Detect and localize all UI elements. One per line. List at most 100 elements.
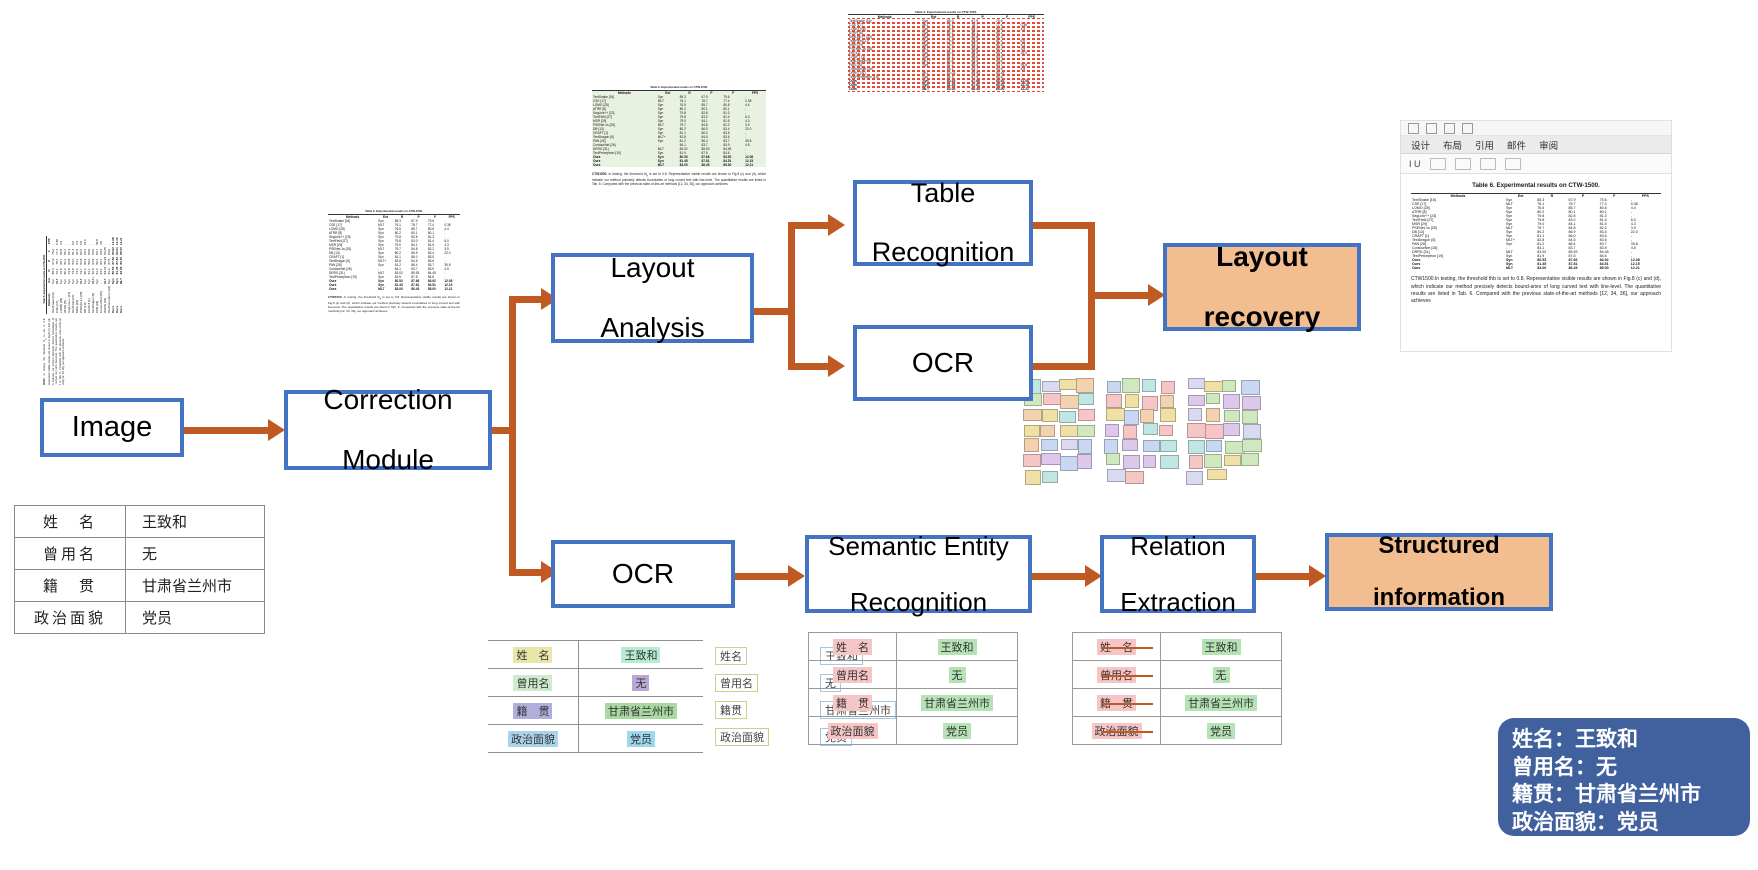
mini-table-cell: 12.21 <box>1630 266 1640 271</box>
mini-table-row: Ours MLT 83.00 86.45 85.00 12.21 <box>1411 266 1661 270</box>
mini-table-cell: 86.45 <box>971 87 980 92</box>
box-ocr-top[interactable]: OCR <box>853 325 1033 401</box>
arrow-ocr-to-ser <box>788 565 805 587</box>
layout-block <box>1142 423 1158 435</box>
connector-layout-out <box>754 308 792 315</box>
word-ribbon-tabs[interactable]: 设计 布局 引用 邮件 审阅 <box>1401 136 1671 154</box>
result-card-line: 籍贯：甘肃省兰州市 <box>1512 783 1701 807</box>
box-structured-line2: information <box>1373 583 1505 611</box>
mini-table-cell: 12.21 <box>1020 87 1029 92</box>
sample-row: 籍 贯甘肃省兰州市 <box>488 696 703 725</box>
layout-block <box>1223 454 1241 467</box>
layout-block <box>1241 453 1259 466</box>
word-ribbon-tab[interactable]: 引用 <box>1475 138 1494 152</box>
layout-block <box>1106 380 1121 393</box>
box-correction-line1: Correction <box>323 383 453 415</box>
mini-table-cell: MLT <box>378 286 385 291</box>
box-layout-analysis[interactable]: Layout Analysis <box>551 252 754 343</box>
layout-block <box>1159 425 1173 437</box>
box-structured-information[interactable]: Structured information <box>1325 533 1553 611</box>
layout-block <box>1024 470 1042 485</box>
layout-block <box>1205 408 1221 423</box>
mini-table-row: Ours MLT 83.00 86.45 85.00 12.21 <box>328 287 460 291</box>
layout-block <box>1186 470 1203 485</box>
mini-table-detections: Methods Ext R P F FPS TextSnake [16] Syn 85.3 67.… <box>848 14 1044 93</box>
layout-block <box>1188 378 1206 390</box>
detection-box-key: 籍贯 <box>715 696 803 723</box>
mini-table-row: Ours MLT 83.00 86.45 85.00 12.21 <box>119 236 123 314</box>
word-ribbon-tab[interactable]: 设计 <box>1411 138 1430 152</box>
layout-block <box>1159 394 1174 409</box>
sample-value: 甘肃省兰州市 <box>896 688 1018 717</box>
box-layout-recovery[interactable]: Layout recovery <box>1163 241 1361 333</box>
id-card-table: 姓 名王致和 曾用名无籍 贯甘肃省兰州市 政治面貌 党员 <box>14 505 265 634</box>
layout-block <box>1041 439 1058 452</box>
layout-block <box>1241 395 1262 411</box>
sample-key: 曾用名 <box>807 660 898 689</box>
paper-thumbnail-left: Table 6. Experimental results on CTW-150… <box>328 210 460 370</box>
layout-colorblock-collage <box>1022 378 1262 490</box>
mini-table-cell: MLT <box>922 87 930 92</box>
word-ribbon-tools[interactable]: I U <box>1401 154 1671 174</box>
sample-value: 甘肃省兰州市 <box>1160 688 1282 717</box>
sample-row: 姓 名王致和 <box>1071 632 1282 661</box>
sample-value: 党员 <box>896 716 1018 745</box>
mini-table-cell: 83.00 <box>394 286 403 291</box>
layout-block <box>1078 439 1093 454</box>
box-semantic-entity-recognition[interactable]: Semantic Entity Recognition <box>805 532 1032 616</box>
box-relation-extraction[interactable]: Relation Extraction <box>1100 530 1256 616</box>
connector-re-to-structured <box>1256 573 1314 580</box>
mini-table-row: Ours MLT 83.00 86.45 85.00 12.21 <box>592 163 766 167</box>
id-card-row: 姓 名王致和 <box>14 505 265 538</box>
layout-block <box>1059 455 1078 471</box>
layout-block <box>1041 470 1058 483</box>
word-ribbon-tab[interactable]: 邮件 <box>1507 138 1526 152</box>
arrow-re-to-structured <box>1309 565 1326 587</box>
box-image[interactable]: Image <box>40 398 184 457</box>
box-correction-module[interactable]: Correction Module <box>284 384 492 475</box>
layout-block <box>1122 424 1137 440</box>
mini-table-word: Methods Ext R P F FPS TextSnake [16] Syn 85.3 67.… <box>1411 193 1661 270</box>
layout-block <box>1124 410 1139 425</box>
sample-row: 政治面貌 党员 <box>1071 716 1282 745</box>
layout-block <box>1105 408 1126 422</box>
box-layout-recovery-line2: recovery <box>1203 301 1321 333</box>
box-image-label: Image <box>71 410 153 443</box>
sample-row: 姓 名王致和 <box>807 632 1018 661</box>
mini-table-cell: 85.00 <box>1599 266 1609 271</box>
mini-table-cell: 83.00 <box>946 87 956 92</box>
mini-table-ctw1500-left: Methods Ext R P F FPS TextSnake [16] Syn 85.3 67.… <box>328 213 460 291</box>
connector-image-to-correction <box>184 427 276 434</box>
box-ocr-bottom[interactable]: OCR <box>551 540 735 608</box>
sample-value: 王致和 <box>578 640 703 669</box>
result-card-line: 曾用名：无 <box>1512 755 1617 779</box>
layout-block <box>1142 440 1161 452</box>
layout-block <box>1124 394 1140 408</box>
box-table-recognition[interactable]: Table Recognition <box>853 179 1033 266</box>
connector-ser-to-re <box>1032 573 1090 580</box>
layout-block <box>1222 423 1241 436</box>
mini-table-cell: MLT <box>119 278 124 285</box>
box-correction-line2: Module <box>342 444 434 476</box>
mini-table-cell: Ours <box>1412 266 1421 271</box>
layout-block <box>1076 454 1093 469</box>
sample-value: 无 <box>1160 660 1282 689</box>
id-card-key: 姓 名 <box>14 505 126 538</box>
arrow-to-ocr-top <box>828 355 845 377</box>
mini-table-cell: 85.00 <box>723 162 732 167</box>
mini-table-cell: 86.45 <box>701 162 710 167</box>
layout-block <box>1140 408 1154 423</box>
paper-thumbnail-rotated: CTW1500. In testing, the threshold thb i… <box>38 235 198 385</box>
detection-box-key: 姓名 <box>715 642 803 669</box>
box-ocr-bottom-label: OCR <box>611 557 675 589</box>
paper-thumbnail-table-detections: Table 6. Experimental results on CTW-150… <box>848 10 1044 182</box>
word-ribbon-tab[interactable]: 审阅 <box>1539 138 1558 152</box>
mini-table-cell: 12.21 <box>119 237 124 246</box>
result-card-line: 姓名：王致和 <box>1512 728 1638 751</box>
result-card-line: 政治面貌：党员 <box>1512 811 1659 835</box>
box-re-line1: Relation <box>1130 530 1226 561</box>
relation-arrow <box>1101 702 1153 705</box>
layout-block <box>1205 424 1224 439</box>
mini-table-cell: 86.45 <box>119 256 124 265</box>
word-ribbon-tab[interactable]: 布局 <box>1443 138 1462 152</box>
